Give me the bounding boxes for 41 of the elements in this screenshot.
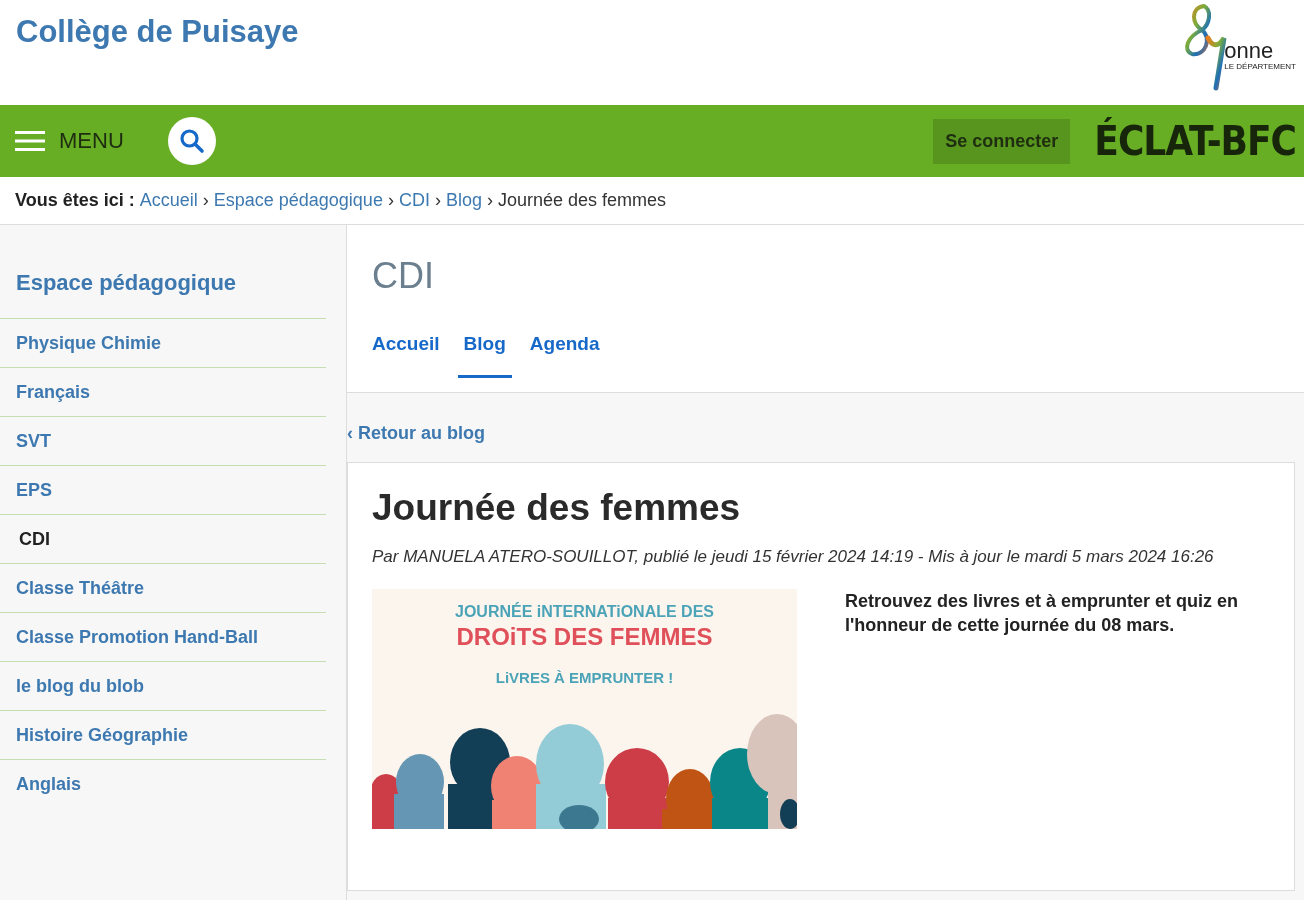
back-link[interactable]: ‹ Retour au blog xyxy=(347,423,485,444)
sidebar-item[interactable]: Français xyxy=(0,367,326,416)
section-tab[interactable]: Accueil xyxy=(372,321,446,378)
sidebar-title[interactable]: Espace pédagogique xyxy=(16,270,326,296)
poster-caption: LiVRES À EMPRUNTER ! xyxy=(495,669,674,686)
sidebar-item[interactable]: CDI xyxy=(0,514,326,563)
sidebar-item[interactable]: Histoire Géographie xyxy=(0,710,326,759)
article-meta: Par MANUELA ATERO-SOUILLOT, publié le jeudi 15 février 2024 14:19 - Mis à jour le mardi 5 mars 2024 16:26 xyxy=(372,546,1215,568)
poster-heading: JOURNÉE iNTERNATiONALE DES xyxy=(455,603,714,621)
logo-wordmark: onne xyxy=(1224,40,1274,62)
login-button[interactable]: Se connecter xyxy=(933,118,1071,164)
section-tab[interactable]: Agenda xyxy=(523,321,606,378)
breadcrumb-separator: › xyxy=(434,190,441,211)
sidebar-item[interactable]: le blog du blob xyxy=(0,661,326,710)
breadcrumb-separator: › xyxy=(387,190,394,211)
search-icon xyxy=(178,128,205,154)
logo-subtitle: LE DÉPARTEMENT xyxy=(1224,62,1296,71)
sidebar-item[interactable]: Classe Promotion Hand-Ball xyxy=(0,612,326,661)
breadcrumb-separator: › xyxy=(486,190,493,211)
breadcrumb-current: Journée des femmes xyxy=(497,190,667,211)
sidebar-item[interactable]: Classe Théâtre xyxy=(0,563,326,612)
breadcrumb-link[interactable]: CDI xyxy=(398,190,430,211)
sidebar-item[interactable]: Anglais xyxy=(0,759,326,808)
menu-button[interactable]: MENU xyxy=(15,128,124,154)
sidebar-item[interactable]: Physique Chimie xyxy=(0,318,326,367)
partner-logo[interactable]: ÉCLAT-BFC xyxy=(1094,118,1296,164)
section-tab[interactable]: Blog xyxy=(457,321,512,378)
article-text: Retrouvez des livres et à emprunter et quiz en l'honneur de cette journée du 08 mars. xyxy=(845,590,1240,637)
sidebar-item[interactable]: SVT xyxy=(0,416,326,465)
breadcrumb-link[interactable]: Blog xyxy=(445,190,482,211)
breadcrumb-separator: › xyxy=(202,190,209,211)
poster-title: DROiTS DES FEMMES xyxy=(456,623,713,651)
section-title: CDI xyxy=(372,255,435,297)
search-button[interactable] xyxy=(167,117,216,165)
sidebar-item[interactable]: EPS xyxy=(0,465,326,514)
article-title: Journée des femmes xyxy=(372,487,742,529)
breadcrumb-link[interactable]: Accueil xyxy=(139,190,198,211)
menu-icon xyxy=(15,131,45,151)
site-title[interactable]: Collège de Puisaye xyxy=(16,14,299,50)
breadcrumb-link[interactable]: Espace pédagogique xyxy=(213,190,383,211)
breadcrumb-label: Vous êtes ici : xyxy=(15,190,135,211)
